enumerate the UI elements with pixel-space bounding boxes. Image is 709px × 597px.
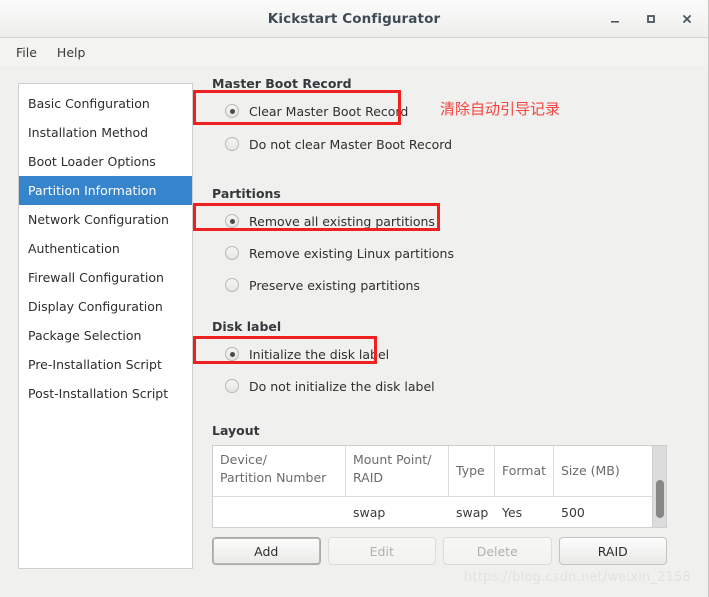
- add-button[interactable]: Add: [212, 537, 321, 565]
- radio-indicator-remove-all-partitions[interactable]: [225, 214, 239, 228]
- radio-indicator-do-not-initialize-disk-label[interactable]: [225, 379, 239, 393]
- delete-button[interactable]: Delete: [443, 537, 552, 565]
- title-bar: Kickstart Configurator: [0, 0, 708, 38]
- sidebar-item-display-configuration[interactable]: Display Configuration: [19, 292, 192, 321]
- layout-action-buttons: Add Edit Delete RAID: [212, 537, 667, 565]
- radio-indicator-preserve-partitions[interactable]: [225, 278, 239, 292]
- menu-bar: File Help: [0, 38, 708, 67]
- column-header-device-line1: Device/: [220, 452, 267, 467]
- layout-table-header-row: Device/ Partition Number Mount Point/ RA…: [213, 446, 652, 498]
- menu-item-help[interactable]: Help: [49, 42, 94, 63]
- column-header-mount-line1: Mount Point/: [353, 452, 432, 467]
- watermark-text: https://blog.csdn.net/weixin_2158: [464, 570, 692, 585]
- annotation-clear-mbr-chinese: 清除自动引导记录: [440, 100, 561, 118]
- column-header-device-partition-number: Device/ Partition Number: [213, 446, 346, 497]
- column-header-size-mb: Size (MB): [561, 463, 620, 479]
- column-header-type: Type: [449, 446, 495, 497]
- raid-button[interactable]: RAID: [558, 537, 667, 565]
- sidebar-item-firewall-configuration[interactable]: Firewall Configuration: [19, 263, 192, 292]
- column-header-device-line2: Partition Number: [220, 470, 327, 486]
- close-icon[interactable]: [672, 6, 702, 32]
- radio-label-preserve-partitions: Preserve existing partitions: [249, 277, 420, 293]
- sidebar-item-basic-configuration[interactable]: Basic Configuration: [19, 89, 192, 118]
- partition-information-panel: Master Boot Record Clear Master Boot Rec…: [193, 76, 708, 583]
- layout-table-body: Device/ Partition Number Mount Point/ RA…: [213, 446, 652, 527]
- sidebar-item-post-installation-script[interactable]: Post-Installation Script: [19, 379, 192, 408]
- group-title-partitions: Partitions: [212, 186, 281, 201]
- radio-preserve-existing-partitions[interactable]: Preserve existing partitions: [225, 273, 420, 297]
- sidebar-item-boot-loader-options[interactable]: Boot Loader Options: [19, 147, 192, 176]
- radio-initialize-the-disk-label[interactable]: Initialize the disk label: [225, 342, 389, 366]
- radio-label-initialize-disk-label: Initialize the disk label: [249, 346, 390, 362]
- edit-button[interactable]: Edit: [327, 537, 436, 565]
- radio-label-remove-linux-partitions: Remove existing Linux partitions: [249, 245, 454, 261]
- radio-label-do-not-clear-mbr: Do not clear Master Boot Record: [249, 136, 453, 152]
- sidebar-item-installation-method[interactable]: Installation Method: [19, 118, 192, 147]
- cell-device: [213, 497, 346, 527]
- radio-indicator-remove-linux-partitions[interactable]: [225, 246, 239, 260]
- sidebar-item-pre-installation-script[interactable]: Pre-Installation Script: [19, 350, 192, 379]
- column-header-mount-line2: RAID: [353, 470, 384, 486]
- application-window: Kickstart Configurator File Help Basic C…: [0, 0, 709, 597]
- cell-format: Yes: [502, 504, 523, 520]
- radio-do-not-initialize-the-disk-label[interactable]: Do not initialize the disk label: [225, 374, 435, 398]
- content-area: Basic Configuration Installation Method …: [0, 67, 708, 583]
- minimize-icon[interactable]: [600, 6, 630, 32]
- sidebar-item-partition-information[interactable]: Partition Information: [19, 176, 192, 205]
- maximize-icon[interactable]: [636, 6, 666, 32]
- radio-label-remove-all-partitions: Remove all existing partitions: [249, 213, 435, 229]
- layout-table[interactable]: Device/ Partition Number Mount Point/ RA…: [212, 445, 667, 528]
- radio-do-not-clear-master-boot-record[interactable]: Do not clear Master Boot Record: [225, 132, 452, 156]
- radio-indicator-clear-mbr[interactable]: [225, 104, 239, 118]
- layout-table-scrollbar-thumb[interactable]: [656, 480, 664, 518]
- cell-type: swap: [456, 504, 489, 520]
- radio-remove-all-existing-partitions[interactable]: Remove all existing partitions: [225, 209, 435, 233]
- menu-item-file[interactable]: File: [8, 42, 45, 63]
- group-title-disk-label: Disk label: [212, 319, 282, 334]
- group-title-master-boot-record: Master Boot Record: [212, 76, 352, 91]
- cell-size: 500: [561, 504, 585, 520]
- radio-indicator-initialize-disk-label[interactable]: [225, 347, 239, 361]
- radio-clear-master-boot-record[interactable]: Clear Master Boot Record: [225, 99, 408, 123]
- layout-table-scrollbar[interactable]: [652, 446, 666, 527]
- window-title: Kickstart Configurator: [267, 10, 441, 27]
- sidebar-item-package-selection[interactable]: Package Selection: [19, 321, 192, 350]
- table-row[interactable]: swap swap Yes 500: [213, 497, 652, 527]
- sidebar-nav-list[interactable]: Basic Configuration Installation Method …: [18, 83, 193, 569]
- cell-mount-point: swap: [353, 504, 386, 520]
- sidebar-item-network-configuration[interactable]: Network Configuration: [19, 205, 192, 234]
- group-title-layout: Layout: [212, 423, 260, 438]
- column-header-mount-point-raid: Mount Point/ RAID: [346, 446, 449, 497]
- sidebar-item-authentication[interactable]: Authentication: [19, 234, 192, 263]
- radio-label-clear-mbr: Clear Master Boot Record: [249, 103, 409, 119]
- radio-indicator-do-not-clear-mbr[interactable]: [225, 137, 239, 151]
- window-controls: [600, 0, 702, 37]
- column-header-format: Format: [495, 446, 554, 497]
- radio-remove-existing-linux-partitions[interactable]: Remove existing Linux partitions: [225, 241, 454, 265]
- radio-label-do-not-initialize-disk-label: Do not initialize the disk label: [249, 378, 435, 394]
